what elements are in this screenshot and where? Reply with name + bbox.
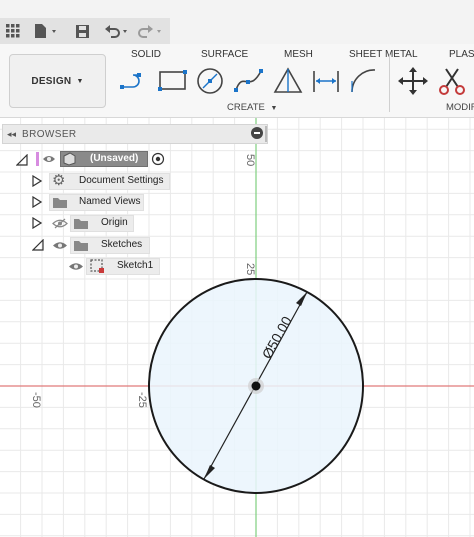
origin-point[interactable] <box>251 381 261 391</box>
folder-icon <box>74 219 88 229</box>
create-label: CREATE <box>227 102 265 113</box>
save-icon[interactable] <box>72 20 92 42</box>
redo-icon[interactable] <box>138 20 166 42</box>
browser-header: ◂◂ BROWSER <box>2 124 268 144</box>
expand-right-icon[interactable] <box>32 217 42 229</box>
expand-right-icon[interactable] <box>32 175 42 187</box>
expand-down-icon[interactable] <box>16 154 28 166</box>
workspace-switcher[interactable]: DESIGN ▼ <box>9 54 106 108</box>
axis-label-y50: 50 <box>244 154 256 167</box>
item-label: Sketch1 <box>117 260 154 271</box>
sketch-icon <box>90 259 104 273</box>
quick-access-bar <box>0 0 474 44</box>
axis-label-y25: 25 <box>244 263 256 276</box>
eye-icon[interactable] <box>52 240 68 251</box>
folder-icon <box>74 241 88 251</box>
eye-icon[interactable] <box>68 261 84 272</box>
root-label: (Unsaved) <box>90 153 139 164</box>
expand-down-icon[interactable] <box>32 239 44 251</box>
arc-icon[interactable] <box>348 66 380 96</box>
expand-right-icon[interactable] <box>32 196 42 208</box>
toolbar-separator <box>389 54 390 112</box>
minimize-icon[interactable] <box>251 127 263 139</box>
chevron-down-icon: ▼ <box>270 105 278 112</box>
active-marker <box>36 152 39 166</box>
item-label: Document Settings <box>79 175 164 186</box>
modify-menu[interactable]: MODIF <box>446 102 474 113</box>
tab-sheet-metal[interactable]: SHEET METAL <box>349 49 418 60</box>
panel-grip-icon[interactable] <box>265 126 267 142</box>
item-label: Origin <box>101 217 128 228</box>
browser-title: BROWSER <box>22 128 77 140</box>
component-icon <box>63 152 76 166</box>
line-icon[interactable] <box>119 66 151 96</box>
activate-radio-icon[interactable] <box>151 152 165 166</box>
grid-menu-icon[interactable] <box>5 20 21 42</box>
eye-hidden-icon[interactable] <box>52 218 68 229</box>
workspace-label: DESIGN <box>31 75 72 87</box>
ribbon-toolbar: DESIGN ▼ SOLID SURFACE MESH SHEET METAL … <box>0 44 474 118</box>
collapse-left-icon[interactable]: ◂◂ <box>7 129 16 140</box>
axis-label-x-neg25: -25 <box>136 392 148 408</box>
item-label: Named Views <box>79 196 141 207</box>
tab-plastic[interactable]: PLAS <box>449 49 474 60</box>
tab-solid[interactable]: SOLID <box>131 49 161 60</box>
rectangle-icon[interactable] <box>157 66 189 96</box>
spline-icon[interactable] <box>233 66 265 96</box>
tab-surface[interactable]: SURFACE <box>201 49 248 60</box>
file-icon[interactable] <box>32 20 62 42</box>
eye-icon[interactable] <box>42 154 56 164</box>
folder-icon <box>53 198 67 208</box>
undo-icon[interactable] <box>104 20 132 42</box>
dimension-icon[interactable] <box>310 66 342 96</box>
triangle-icon[interactable] <box>272 66 304 96</box>
gear-icon: ⚙ <box>52 172 66 189</box>
chevron-down-icon: ▼ <box>76 77 84 85</box>
scissors-icon[interactable] <box>436 66 468 96</box>
item-label: Sketches <box>101 239 143 250</box>
create-menu[interactable]: CREATE ▼ <box>227 102 277 113</box>
move-icon[interactable] <box>397 66 429 96</box>
circle-icon[interactable] <box>194 66 226 96</box>
fusion-window: DESIGN ▼ SOLID SURFACE MESH SHEET METAL … <box>0 0 474 537</box>
axis-label-x-neg50: -50 <box>30 392 42 408</box>
tab-mesh[interactable]: MESH <box>284 49 313 60</box>
